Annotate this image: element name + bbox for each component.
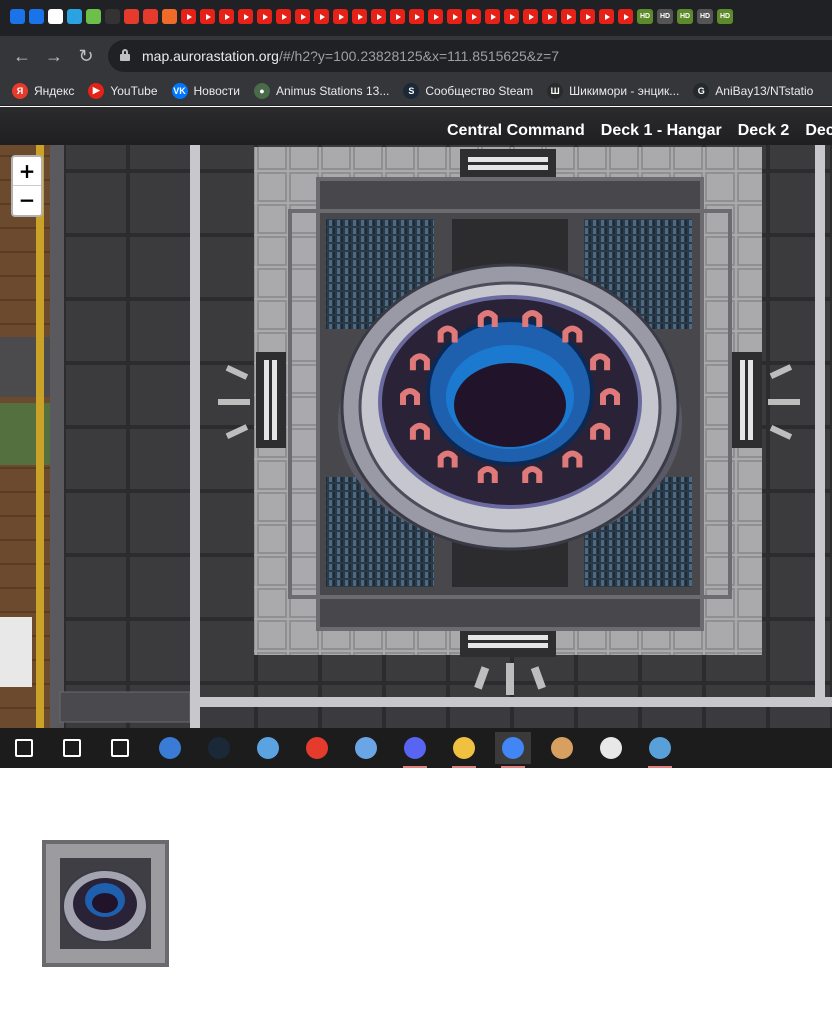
chrome-icon[interactable] [495, 732, 531, 768]
deck-link[interactable]: Deck 2 [738, 122, 790, 140]
youtube-tab-icon[interactable] [428, 9, 443, 24]
deck-link[interactable]: Dec [805, 122, 832, 140]
bookmark-label: AniBay13/NTstatio [715, 83, 814, 98]
pause-icon[interactable] [10, 9, 25, 24]
reload-button[interactable]: ↻ [74, 44, 98, 68]
twitch-icon[interactable] [593, 732, 629, 764]
photos-icon[interactable] [642, 732, 678, 768]
screen: HD HD HD HD HD ← → ↻ map.aurorastation.org/#… [0, 0, 832, 1016]
bookmark-item[interactable]: ● Animus Stations 13... [253, 82, 390, 99]
bookmark-item[interactable]: S Сообщество Steam [403, 82, 534, 99]
bookmarks-bar: Я Яндекс ▶ YouTube VK Новости ● Animus Stations… [0, 76, 832, 106]
forward-button[interactable]: → [42, 44, 66, 68]
youtube-tab-icon[interactable] [333, 9, 348, 24]
yandex-icon: Я [12, 82, 28, 99]
tab-favicons[interactable]: HD HD HD HD HD [10, 9, 733, 24]
github-icon: G [693, 82, 710, 99]
youtube-tab-icon[interactable] [523, 9, 538, 24]
youtube-tab-icon[interactable] [409, 9, 424, 24]
wiki-icon[interactable] [48, 9, 63, 24]
youtube-tab-icon[interactable] [200, 9, 215, 24]
chat-icon[interactable] [29, 9, 44, 24]
youtube-tab-icon[interactable] [485, 9, 500, 24]
youtube-tab-icon[interactable] [371, 9, 386, 24]
youtube-tab-icon[interactable] [276, 9, 291, 24]
youtube-tab-icon[interactable] [561, 9, 576, 24]
yandex-icon[interactable] [124, 9, 139, 24]
start-icon[interactable] [6, 732, 42, 764]
tab-strip: HD HD HD HD HD [0, 0, 832, 36]
bluetooth-icon[interactable] [348, 732, 384, 764]
zoom-control: + − [11, 155, 43, 217]
youtube-tab-icon[interactable] [447, 9, 462, 24]
bookmark-label: YouTube [110, 83, 158, 98]
bookmark-item[interactable]: G AniBay13/NTstatio [693, 82, 814, 99]
youtube-tab-icon[interactable] [580, 9, 595, 24]
hd-tab-icon[interactable]: HD [697, 9, 713, 24]
bookmark-item[interactable]: ▶ YouTube [88, 82, 158, 99]
shikimori-icon: Ш [547, 82, 564, 99]
bookmark-label: Шикимори - энцик... [569, 83, 680, 98]
youtube-tab-icon[interactable] [504, 9, 519, 24]
bookmark-item[interactable]: Я Яндекс [12, 82, 75, 99]
bookmark-label: Яндекс [34, 83, 75, 98]
bookmark-item[interactable]: VK Новости [171, 82, 240, 99]
youtube-tab-icon[interactable] [542, 9, 557, 24]
deck-link[interactable]: Central Command [447, 122, 585, 140]
youtube-tab-icon[interactable] [295, 9, 310, 24]
news-icon[interactable] [250, 732, 286, 764]
youtube-tab-icon[interactable] [390, 9, 405, 24]
youtube-icon: ▶ [88, 82, 105, 99]
map-viewport[interactable]: Central Command Deck 1 - Hangar Deck 2 Dec … [0, 107, 832, 728]
back-button[interactable]: ← [10, 44, 34, 68]
station-map[interactable] [0, 107, 832, 728]
yandex-browser-icon[interactable] [299, 732, 335, 764]
b-icon[interactable] [162, 9, 177, 24]
paint-icon[interactable] [544, 732, 580, 764]
youtube-tab-icon[interactable] [466, 9, 481, 24]
hd-tab-icon[interactable]: HD [657, 9, 673, 24]
youtube-tab-icon[interactable] [219, 9, 234, 24]
youtube-tab-icon[interactable] [618, 9, 633, 24]
steam-icon[interactable] [201, 732, 237, 764]
hd-tab-icon[interactable]: HD [677, 9, 693, 24]
deck-link[interactable]: Deck 1 - Hangar [601, 122, 722, 140]
windows-taskbar [0, 728, 832, 768]
bookmark-label: Animus Stations 13... [275, 83, 390, 98]
browser-toolbar: ← → ↻ map.aurorastation.org/#/h2?y=100.2… [0, 36, 832, 76]
telegram-icon[interactable] [67, 9, 82, 24]
zoom-out-button[interactable]: − [13, 186, 41, 215]
bookmark-item[interactable]: Ш Шикимори - энцик... [547, 82, 680, 99]
m-icon[interactable] [86, 9, 101, 24]
animus-icon: ● [253, 82, 270, 99]
task-view-icon[interactable] [102, 732, 138, 764]
hd-tab-icon[interactable]: HD [717, 9, 733, 24]
bookmark-label: Сообщество Steam [425, 83, 534, 98]
a-icon[interactable] [105, 9, 120, 24]
youtube-tab-icon[interactable] [181, 9, 196, 24]
vk-icon: VK [171, 82, 188, 99]
hd-tab-icon[interactable]: HD [637, 9, 653, 24]
url-text[interactable]: map.aurorastation.org/#/h2?y=100.2382812… [142, 48, 559, 64]
deck-navigation: Central Command Deck 1 - Hangar Deck 2 Dec [0, 107, 832, 145]
search-icon[interactable] [54, 732, 90, 764]
address-bar[interactable]: map.aurorastation.org/#/h2?y=100.2382812… [108, 40, 832, 72]
youtube-tab-icon[interactable] [238, 9, 253, 24]
wallet-icon[interactable] [152, 732, 188, 764]
discord-icon[interactable] [397, 732, 433, 768]
youtube-tab-icon[interactable] [257, 9, 272, 24]
folder-icon[interactable] [446, 732, 482, 768]
bookmark-label: Новости [193, 83, 240, 98]
lock-icon[interactable] [120, 49, 130, 61]
map-thumbnail [42, 840, 169, 967]
yandex-icon[interactable] [143, 9, 158, 24]
youtube-tab-icon[interactable] [599, 9, 614, 24]
steam-icon: S [403, 82, 420, 99]
youtube-tab-icon[interactable] [352, 9, 367, 24]
youtube-tab-icon[interactable] [314, 9, 329, 24]
zoom-in-button[interactable]: + [13, 157, 41, 186]
